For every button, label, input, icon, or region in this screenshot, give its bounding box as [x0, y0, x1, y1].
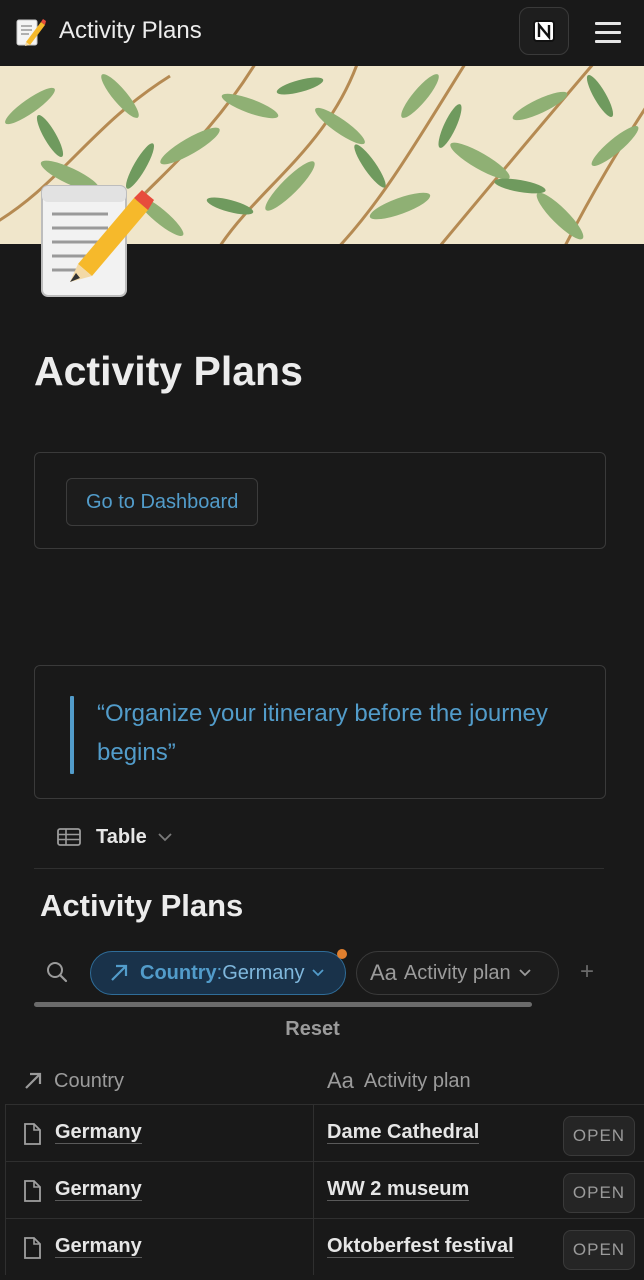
column-label: Country	[54, 1069, 125, 1092]
table-icon	[57, 828, 81, 846]
cell-divider	[313, 1219, 314, 1275]
country-cell[interactable]: Germany	[55, 1178, 142, 1201]
relation-arrow-icon	[25, 1072, 42, 1089]
cell-divider	[313, 1105, 314, 1161]
add-filter-button[interactable]: +	[578, 960, 596, 984]
table-row[interactable]: Germany Dame Cathedral OPEN	[5, 1104, 644, 1161]
chevron-down-icon	[519, 969, 531, 977]
title-aa-icon: Aa	[370, 960, 397, 985]
filter-property: Country	[140, 961, 217, 984]
column-header-country[interactable]: Country	[22, 1066, 124, 1096]
filter-value: Germany	[222, 961, 305, 984]
quote-bar	[70, 696, 74, 774]
page-title: Activity Plans	[34, 348, 303, 394]
quote-text: “Organize your itinerary before the jour…	[97, 700, 548, 766]
search-icon[interactable]	[45, 960, 69, 984]
reset-button[interactable]: Reset	[0, 1018, 625, 1041]
notion-button[interactable]	[519, 7, 569, 55]
hamburger-menu-icon[interactable]	[592, 17, 624, 47]
page-icon	[24, 1180, 41, 1202]
view-tab-table[interactable]: Table	[56, 822, 173, 852]
row-border	[5, 1162, 6, 1218]
table-row[interactable]: Germany Oktoberfest festival OPEN	[5, 1218, 644, 1275]
quote-callout: “Organize your itinerary before the jour…	[34, 665, 606, 799]
title-aa-icon: Aa	[327, 1068, 354, 1093]
memo-pencil-icon	[16, 19, 46, 46]
activity-plan-cell[interactable]: Dame Cathedral	[327, 1121, 480, 1144]
row-border	[5, 1105, 6, 1161]
app-title: Activity Plans	[59, 17, 202, 44]
open-button[interactable]: OPEN	[563, 1116, 635, 1156]
filter-active-indicator	[337, 949, 347, 959]
go-to-dashboard-button[interactable]: Go to Dashboard	[66, 478, 259, 526]
table-row[interactable]: Germany WW 2 museum OPEN	[5, 1161, 644, 1218]
callout-box: Go to Dashboard	[34, 452, 606, 549]
chevron-down-icon	[312, 969, 325, 977]
horizontal-scrollbar[interactable]	[34, 1002, 532, 1007]
row-border	[5, 1219, 6, 1275]
page-icon	[24, 1237, 41, 1259]
top-bar: Activity Plans	[0, 0, 644, 66]
page-icon	[24, 1123, 41, 1145]
cell-divider	[313, 1162, 314, 1218]
activity-plan-chip-label: Activity plan	[403, 961, 511, 984]
memo-pencil-icon[interactable]	[38, 180, 156, 302]
country-filter-chip[interactable]: Country: Germany	[90, 951, 346, 995]
activity-plan-cell[interactable]: WW 2 museum	[327, 1178, 470, 1201]
column-header-activity-plan[interactable]: Aa Activity plan	[327, 1066, 471, 1096]
country-cell[interactable]: Germany	[55, 1121, 142, 1144]
country-cell[interactable]: Germany	[55, 1235, 142, 1258]
column-label: Activity plan	[363, 1069, 471, 1092]
open-button[interactable]: OPEN	[563, 1230, 635, 1270]
chevron-down-icon	[158, 833, 172, 842]
open-button[interactable]: OPEN	[563, 1173, 635, 1213]
activity-plan-cell[interactable]: Oktoberfest festival	[327, 1235, 514, 1258]
notion-logo-icon	[533, 20, 555, 42]
view-tab-label: Table	[96, 825, 147, 848]
activity-plan-chip[interactable]: Aa Activity plan	[356, 951, 559, 995]
relation-arrow-icon	[111, 964, 128, 981]
table-body: Germany Dame Cathedral OPEN Germany WW 2…	[5, 1104, 644, 1275]
divider	[34, 868, 604, 869]
database-title[interactable]: Activity Plans	[40, 888, 243, 924]
